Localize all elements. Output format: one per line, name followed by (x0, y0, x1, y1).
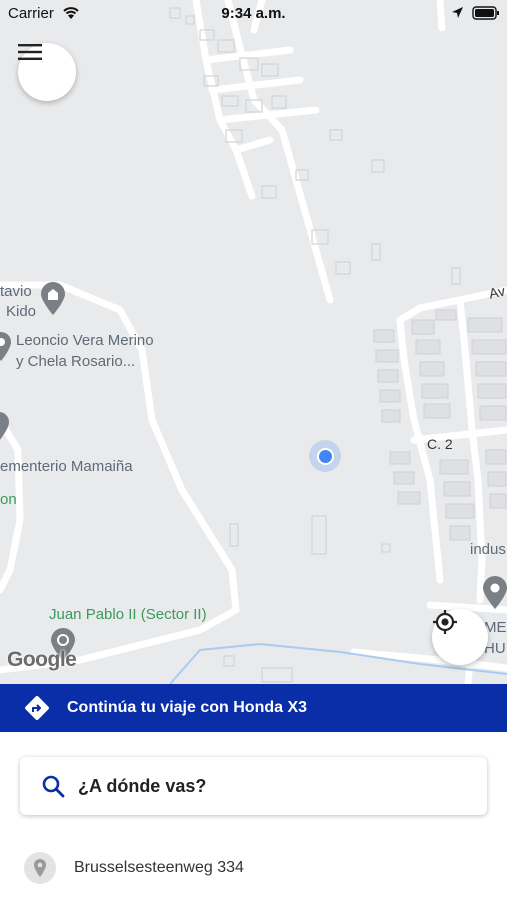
map-label-c2: C. 2 (427, 436, 453, 452)
recent-place-label: Brusselsesteenweg 334 (74, 859, 244, 876)
map-view[interactable]: Carrier 9:34 a.m. tavio Kido Leoncio Ver… (0, 0, 507, 684)
status-time: 9:34 a.m. (221, 5, 286, 22)
destination-search[interactable]: ¿A dónde vas? (20, 757, 487, 815)
continue-trip-banner[interactable]: Continúa tu viaje con Honda X3 (0, 684, 507, 732)
map-label-on: on (0, 491, 17, 508)
status-bar: Carrier 9:34 a.m. (0, 0, 507, 28)
my-location-button[interactable] (432, 609, 488, 665)
map-label-juan-pablo: Juan Pablo II (Sector II) (49, 606, 207, 623)
search-icon (40, 773, 66, 799)
map-label-indus: indus (470, 541, 506, 558)
directions-icon (24, 695, 50, 721)
search-placeholder: ¿A dónde vas? (78, 775, 207, 796)
map-label-leoncio-line2: y Chela Rosario... (16, 353, 136, 370)
continue-trip-text: Continúa tu viaje con Honda X3 (67, 699, 308, 716)
map-label-kido: Kido (6, 303, 37, 320)
google-attribution: Google (7, 648, 77, 671)
user-location-dot (309, 440, 341, 472)
place-pin-icon (24, 852, 56, 884)
menu-button[interactable] (18, 43, 76, 101)
recent-place-item[interactable]: Brusselsesteenweg 334 (24, 850, 484, 886)
map-label-tavio: tavio (0, 283, 32, 300)
map-label-leoncio-line1: Leoncio Vera Merino (16, 332, 154, 349)
map-label-cementerio: ementerio Mamaiña (0, 458, 133, 475)
